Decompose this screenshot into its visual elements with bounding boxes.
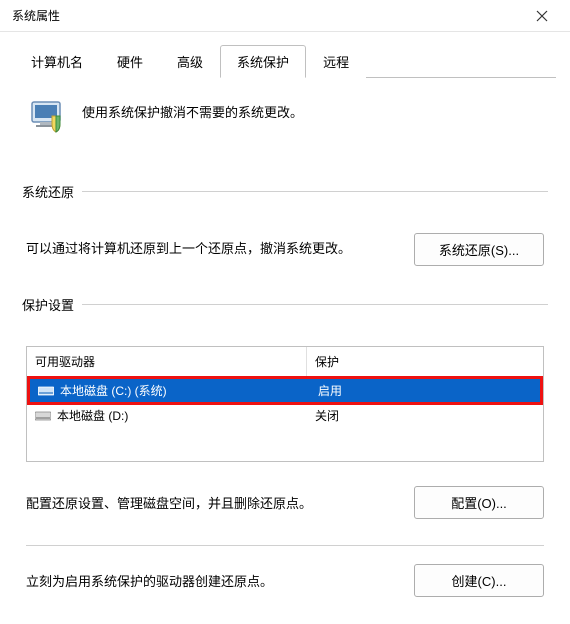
- divider: [26, 545, 544, 546]
- shield-monitor-icon: [26, 96, 70, 143]
- tab-panel-system-protection: 使用系统保护撤消不需要的系统更改。 系统还原 可以通过将计算机还原到上一个还原点…: [14, 77, 556, 615]
- drive-label: 本地磁盘 (D:): [57, 407, 128, 424]
- close-button[interactable]: [522, 2, 562, 30]
- section-system-restore: 系统还原 可以通过将计算机还原到上一个还原点，撤消系统更改。 系统还原(S)..…: [22, 191, 548, 278]
- restore-description: 可以通过将计算机还原到上一个还原点，撤消系统更改。: [26, 238, 390, 260]
- configure-description: 配置还原设置、管理磁盘空间，并且删除还原点。: [26, 493, 390, 512]
- configure-button[interactable]: 配置(O)...: [414, 486, 544, 519]
- highlight-annotation: 本地磁盘 (C:) (系统) 启用: [27, 376, 543, 405]
- section-title-restore: 系统还原: [22, 182, 82, 201]
- tab-hardware[interactable]: 硬件: [100, 45, 160, 78]
- tab-remote[interactable]: 远程: [306, 45, 366, 78]
- drive-icon: [38, 385, 54, 397]
- column-header-drive[interactable]: 可用驱动器: [27, 347, 307, 376]
- drive-table-header: 可用驱动器 保护: [27, 347, 543, 377]
- drive-label: 本地磁盘 (C:) (系统): [60, 382, 167, 399]
- tab-system-protection[interactable]: 系统保护: [220, 45, 306, 78]
- drive-status: 关闭: [307, 407, 543, 424]
- drive-status: 启用: [310, 382, 540, 399]
- close-icon: [536, 10, 548, 22]
- create-description: 立刻为启用系统保护的驱动器创建还原点。: [26, 571, 390, 590]
- drive-row-c[interactable]: 本地磁盘 (C:) (系统) 启用: [30, 379, 540, 402]
- drive-icon: [35, 410, 51, 422]
- section-protection-settings: 保护设置 可用驱动器 保护 本地磁盘 (C:) (系统) 启用: [22, 304, 548, 615]
- tab-computer-name[interactable]: 计算机名: [14, 45, 100, 78]
- create-button[interactable]: 创建(C)...: [414, 564, 544, 597]
- tab-advanced[interactable]: 高级: [160, 45, 220, 78]
- section-title-protection: 保护设置: [22, 295, 82, 314]
- system-restore-button[interactable]: 系统还原(S)...: [414, 233, 544, 266]
- drive-table: 可用驱动器 保护 本地磁盘 (C:) (系统) 启用: [26, 346, 544, 462]
- column-header-protection[interactable]: 保护: [307, 347, 543, 376]
- tab-strip: 计算机名 硬件 高级 系统保护 远程: [0, 32, 570, 77]
- intro-text: 使用系统保护撤消不需要的系统更改。: [82, 96, 303, 121]
- window-title: 系统属性: [12, 7, 60, 24]
- drive-row-d[interactable]: 本地磁盘 (D:) 关闭: [27, 404, 543, 427]
